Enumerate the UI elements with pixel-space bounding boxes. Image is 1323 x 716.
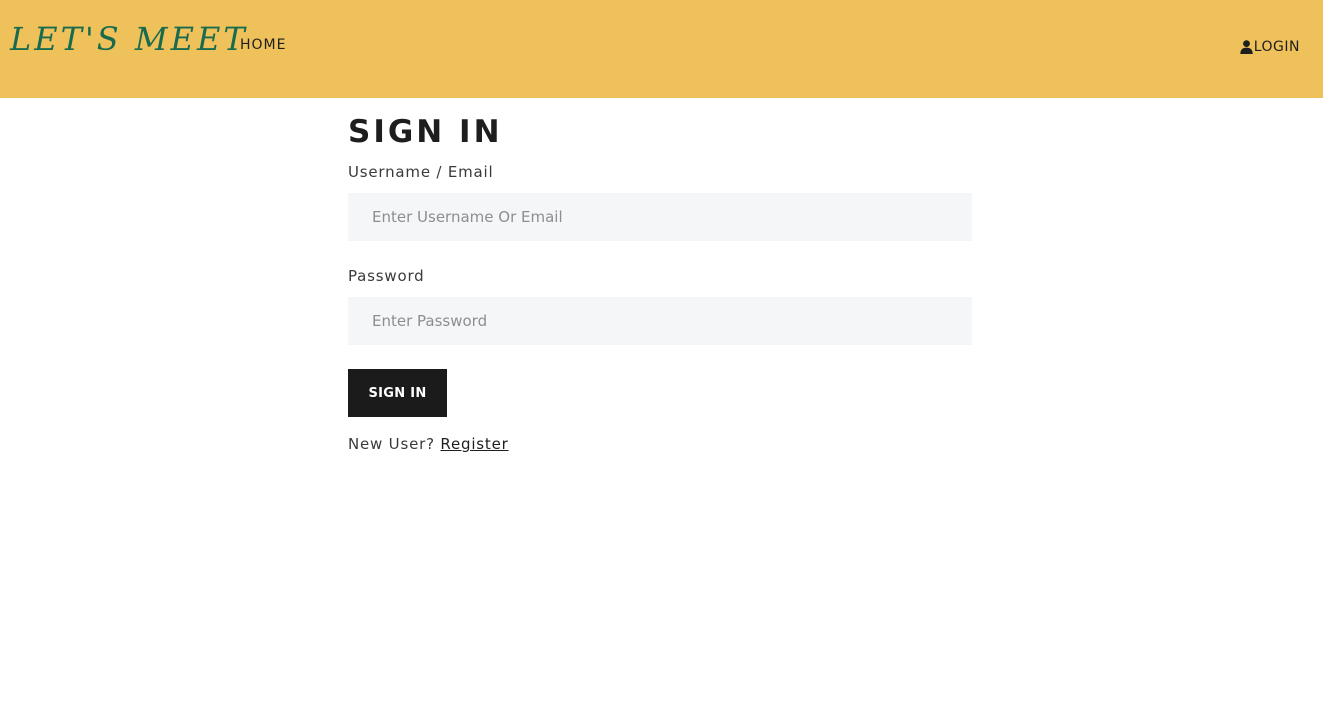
brand-logo[interactable]: LET'S MEET (10, 20, 248, 58)
nav-login-link[interactable]: LOGIN (1240, 39, 1300, 55)
password-input[interactable] (348, 297, 972, 345)
register-prompt: New User? Register (348, 435, 509, 453)
navbar: LET'S MEET HOME LOGIN (0, 0, 1323, 98)
nav-login-label: LOGIN (1253, 39, 1300, 55)
sign-in-button[interactable]: SIGN IN (348, 369, 447, 417)
new-user-text: New User? (348, 435, 435, 453)
password-label: Password (348, 267, 425, 285)
username-input[interactable] (348, 193, 972, 241)
page-title: SIGN IN (348, 114, 503, 150)
nav-home-link[interactable]: HOME (240, 37, 286, 53)
register-link[interactable]: Register (440, 435, 508, 453)
user-icon (1240, 40, 1253, 54)
username-label: Username / Email (348, 163, 494, 181)
